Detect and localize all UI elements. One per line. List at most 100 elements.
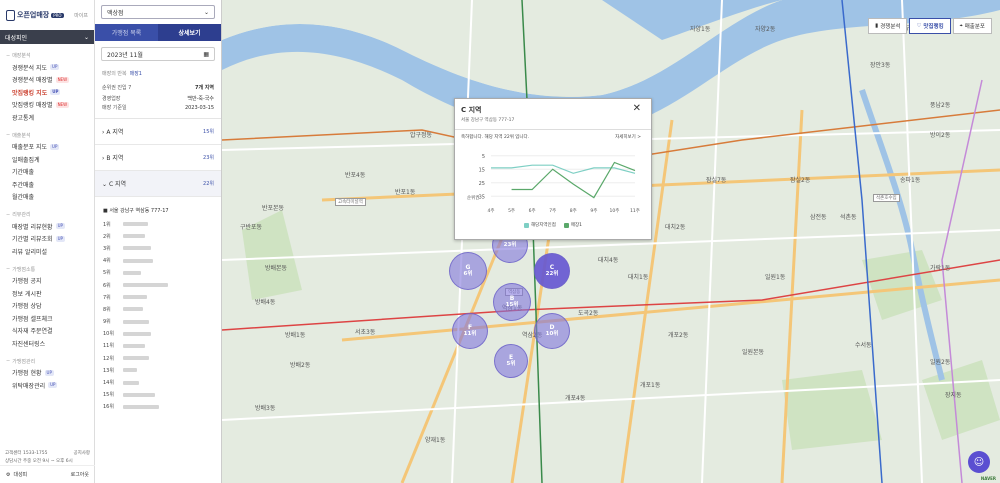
chatbot-button[interactable]: ☺: [968, 451, 990, 473]
list-item[interactable]: 15위: [95, 389, 221, 401]
list-item[interactable]: 14위: [95, 376, 221, 388]
industry-select[interactable]: 액상점 ⌄: [101, 5, 215, 19]
rank-number: 10위: [103, 331, 114, 338]
list-item[interactable]: 16위: [95, 401, 221, 413]
support-phone: 고객센터 1533-1755: [5, 451, 48, 456]
list-item[interactable]: 7위: [95, 291, 221, 303]
store-select[interactable]: 대성피인 ⌄: [0, 30, 94, 44]
chart-icon: ▮: [875, 23, 879, 29]
sidebar-item[interactable]: 매장별 리뷰현황 UP: [0, 220, 94, 233]
list-item[interactable]: 6위: [95, 279, 221, 291]
map-label: 대치1동: [628, 274, 649, 281]
sidebar-item[interactable]: 식자재 주문연결: [0, 325, 94, 338]
sidebar-item[interactable]: 경쟁분석 지도 UP: [0, 61, 94, 74]
sales-distribution-button[interactable]: ⌖ 매출분포: [952, 18, 992, 34]
bubble-rank: 22위: [545, 271, 559, 277]
tab-store-list[interactable]: 가맹점 목록: [95, 24, 158, 41]
sidebar-item[interactable]: 맛집랭킹 매장별 NEW: [0, 99, 94, 112]
rank-number: 1위: [103, 221, 111, 228]
rank-head: 매장의 반복 매장1: [95, 67, 221, 80]
minus-icon: −: [6, 132, 11, 138]
store-name-placeholder: [123, 319, 149, 324]
sidebar-item[interactable]: 가맹점 상담: [0, 300, 94, 313]
rank-head-label: 매장의 반복: [102, 71, 127, 77]
restaurant-ranking-button[interactable]: ♡ 맛집랭킹: [909, 18, 951, 34]
region-bubble[interactable]: F 11위: [452, 313, 488, 349]
item-badge: NEW: [55, 76, 70, 83]
store-name-placeholder: [123, 246, 151, 251]
logout-button[interactable]: 로그아웃: [71, 471, 89, 478]
list-item[interactable]: 10위: [95, 328, 221, 340]
map-label: 잠실7동: [706, 177, 727, 184]
sidebar-item[interactable]: 위탁매장관리 UP: [0, 379, 94, 392]
panel-tabs: 가맹점 목록 상세보기: [95, 24, 221, 41]
sidebar-item-label: 기간별 리뷰조회: [12, 236, 53, 244]
map-background: [222, 0, 1000, 483]
minus-icon: −: [6, 358, 11, 364]
region-bubble[interactable]: C 22위: [534, 253, 570, 289]
list-item[interactable]: 11위: [95, 340, 221, 352]
close-icon[interactable]: ✕: [633, 103, 641, 114]
app-logo[interactable]: 오픈업매장 PRO: [6, 9, 64, 21]
sidebar-item[interactable]: 경쟁분석 매장별 NEW: [0, 74, 94, 87]
my-page-link[interactable]: 마이프: [74, 12, 88, 19]
info-value: 2023-03-15: [184, 104, 214, 111]
nav-section: − 리뷰관리 매장별 리뷰현황 UP 기간별 리뷰조회 UP 리뷰 알리미설: [0, 203, 94, 258]
list-item[interactable]: 1위: [95, 218, 221, 230]
map-label: 구반포동: [240, 224, 263, 231]
list-item[interactable]: 8위: [95, 303, 221, 315]
list-item[interactable]: 5위: [95, 267, 221, 279]
sidebar-item[interactable]: 주간매출: [0, 178, 94, 191]
map-label: 석촌호수입: [873, 194, 900, 202]
sidebar-item[interactable]: 매출분포 지도 UP: [0, 141, 94, 154]
month-picker[interactable]: 2023년 11월 ▦: [101, 47, 215, 61]
sidebar-item[interactable]: 기간별 리뷰조회 UP: [0, 233, 94, 246]
sidebar-item[interactable]: 가맹점 현황 UP: [0, 367, 94, 380]
y-tick-label: 15: [479, 167, 485, 173]
region-bubble[interactable]: E 5위: [494, 344, 528, 378]
rank-number: 12위: [103, 355, 114, 362]
sidebar-item[interactable]: 월간매출: [0, 191, 94, 204]
map[interactable]: 자양1동구의3동자양2동장안3동뚝섬유원지풍납2동압구정동방이2동잠실7동잠실2…: [222, 0, 1000, 483]
heart-icon: ♡: [916, 23, 922, 29]
list-item[interactable]: 3위: [95, 242, 221, 254]
x-tick-label: 7주: [549, 208, 556, 214]
rank-number: 15위: [103, 392, 114, 399]
list-item[interactable]: 12위: [95, 352, 221, 364]
region-bubble[interactable]: D 10위: [534, 313, 570, 349]
sidebar-item[interactable]: 광고통계: [0, 111, 94, 124]
gear-icon[interactable]: ⚙: [6, 472, 10, 478]
list-item[interactable]: 2위: [95, 230, 221, 242]
x-tick-label: 4주: [487, 208, 494, 214]
sidebar-item[interactable]: 리뷰 알리미설: [0, 245, 94, 258]
map-label: 반포본동: [262, 205, 285, 212]
region-bubble[interactable]: G 6위: [449, 252, 487, 290]
sidebar-item[interactable]: 맛집랭킹 지도 UP: [0, 86, 94, 99]
sidebar-item[interactable]: 가맹점 셀프체크: [0, 312, 94, 325]
more-details-link[interactable]: 자세히보기 >: [615, 134, 641, 140]
x-tick-label: 11주: [630, 208, 640, 214]
map-label: 방배1동: [285, 332, 306, 339]
list-item[interactable]: 9위: [95, 316, 221, 328]
sidebar-item[interactable]: 정보 게시판: [0, 287, 94, 300]
nav-section: − 매출분석 매출분포 지도 UP 일매출집계 기간매출 주간매출 월간매출: [0, 124, 94, 204]
map-label: 개포4동: [565, 395, 586, 402]
region-label: B 지역: [106, 155, 124, 162]
list-item[interactable]: 13위: [95, 364, 221, 376]
tab-detail[interactable]: 상세보기: [158, 24, 221, 41]
map-label: 자양1동: [690, 26, 711, 33]
competition-analysis-button[interactable]: ▮ 경쟁분석: [868, 18, 908, 34]
region-row[interactable]: › B 지역 23위: [95, 145, 221, 171]
item-badge: NEW: [55, 101, 70, 108]
list-item[interactable]: 4위: [95, 255, 221, 267]
sidebar-item[interactable]: 일매출집계: [0, 153, 94, 166]
sidebar-item[interactable]: 자진센터링스: [0, 337, 94, 350]
sidebar-item[interactable]: 기간매출: [0, 166, 94, 179]
region-row[interactable]: ⌄ C 지역 22위: [95, 171, 221, 197]
notice-link[interactable]: 공지사항: [73, 450, 90, 456]
region-bubble[interactable]: B 15위: [493, 283, 531, 321]
sidebar-item[interactable]: 가맹점 공지: [0, 275, 94, 288]
region-row[interactable]: › A 지역 15위: [95, 119, 221, 145]
x-tick-label: 8주: [570, 208, 577, 214]
rank-number: 7위: [103, 294, 111, 301]
